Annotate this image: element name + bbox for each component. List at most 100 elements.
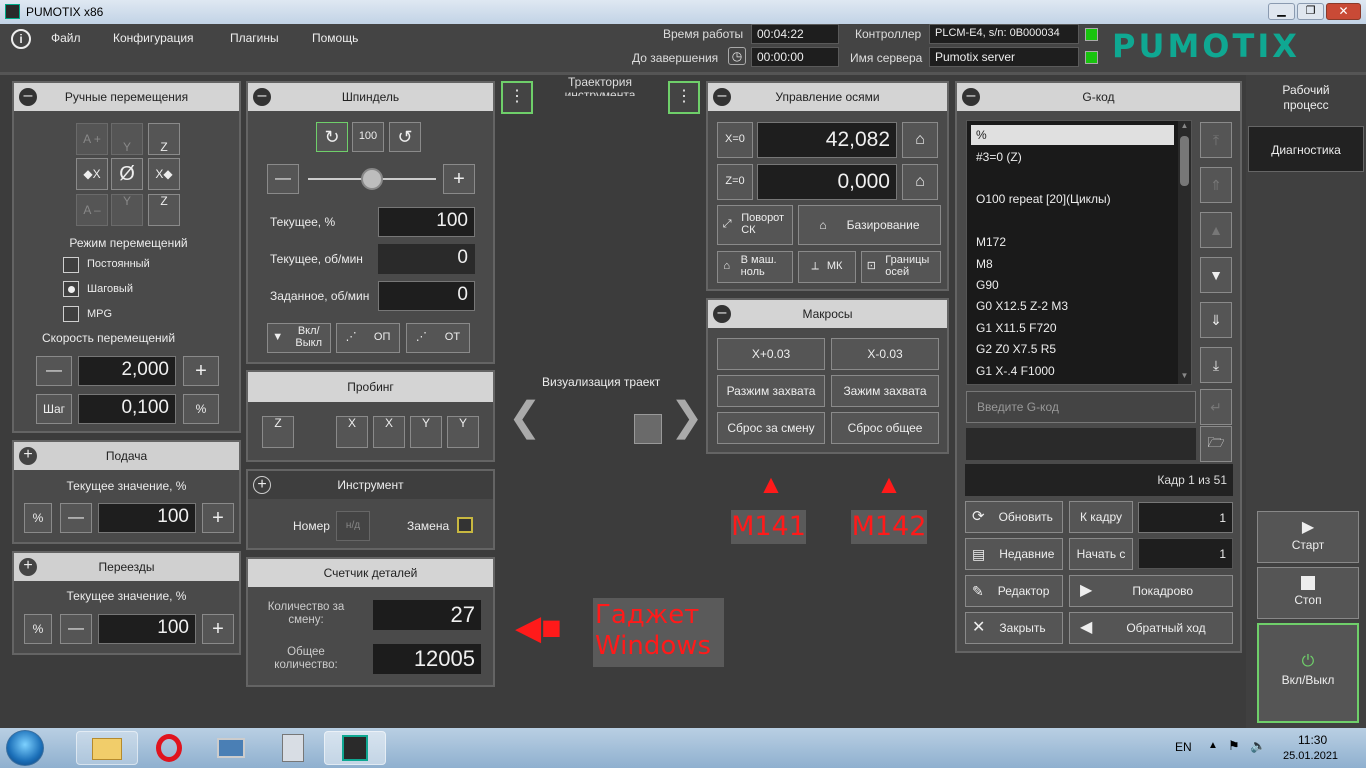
jog-z-minus[interactable]: Z [148,194,180,226]
tray-arrow-icon[interactable]: ▲ [1208,740,1218,751]
editor-button[interactable]: ✎ Редактор [965,575,1063,607]
page-up-icon[interactable]: ⇑ [1200,167,1232,203]
info-icon[interactable]: i [11,29,31,49]
macro-x-minus-button[interactable]: X-0.03 [831,338,939,370]
maximize-button[interactable]: ❐ [1297,3,1324,20]
close-window-button[interactable]: ✕ [1326,3,1361,20]
rotate-cs-button[interactable]: ⤢ Поворот СК [717,205,793,245]
menu-help[interactable]: Помощь [312,31,358,45]
scroll-up-arrow[interactable]: ▲ [1178,121,1191,133]
clock-icon[interactable]: ◷ [728,47,746,65]
spindle-plus-button[interactable]: + [443,164,475,194]
expand-icon[interactable]: + [19,558,37,576]
viz-next-icon[interactable]: ❯ [670,395,704,439]
collapse-icon[interactable]: – [253,88,271,106]
gcode-input[interactable]: Введите G-код [966,391,1196,423]
spindle-100-button[interactable]: 100 [352,122,384,152]
tab-workflow[interactable]: Рабочий процесс [1246,79,1366,121]
gcode-line[interactable] [971,211,1177,231]
feed-value[interactable]: 100 [98,503,196,533]
jog-y-minus[interactable]: Y [111,194,143,226]
probe-z-button[interactable]: Z [262,416,294,448]
macro-reset-total-button[interactable]: Сброс общее [831,412,939,444]
expand-icon[interactable]: + [253,476,271,494]
spindle-ccw-icon[interactable]: ↺ [389,122,421,152]
minimize-button[interactable]: ▁ [1268,3,1295,20]
gcode-line-current[interactable]: % [971,125,1174,145]
macro-reset-shift-button[interactable]: Сброс за смену [717,412,825,444]
power-button[interactable]: ⏻ Вкл/Выкл [1257,623,1359,723]
spindle-slider-handle[interactable] [361,168,383,190]
menu-config[interactable]: Конфигурация [113,31,194,45]
mode-continuous-checkbox[interactable] [63,257,79,273]
menu-file[interactable]: Файл [51,31,81,45]
refresh-button[interactable]: ⟳ Обновить [965,501,1063,533]
viz-menu-left-button[interactable]: ⋮ [501,81,533,114]
taskbar-computer[interactable] [200,731,262,765]
step-value[interactable]: 0,100 [78,394,176,424]
gcode-line[interactable]: G0 X12.5 Z-2 M3 [971,296,1177,316]
taskbar-pumotix[interactable] [324,731,386,765]
tray-time[interactable]: 11:30 [1298,733,1327,747]
start-from-button[interactable]: Начать с [1069,538,1133,570]
jog-y-plus[interactable]: Y [111,123,143,155]
homing-button[interactable]: ⌂ Базирование [798,205,941,245]
speed-plus-button[interactable]: + [183,356,219,386]
macro-x-plus-button[interactable]: X+0.03 [717,338,825,370]
gcode-line[interactable]: O100 repeat [20](Циклы) [971,189,1177,209]
axis-limits-button[interactable]: ⊡ Границы осей [861,251,941,283]
jog-z-plus[interactable]: Z [148,123,180,155]
page-down-icon[interactable]: ⇓ [1200,302,1232,338]
macro-clamp-button[interactable]: Зажим захвата [831,375,939,407]
reverse-button[interactable]: ◀ Обратный ход [1069,612,1233,644]
probe-x2-button[interactable]: X [373,416,405,448]
machine-zero-button[interactable]: ⌂ В маш. ноль [717,251,793,283]
step-percent-button[interactable]: % [183,394,219,424]
feed-minus-button[interactable]: — [60,503,92,533]
tool-number-field[interactable]: н/д [336,511,370,541]
step-button[interactable]: Шаг [36,394,72,424]
tab-diagnostics[interactable]: Диагностика [1248,126,1364,172]
expand-icon[interactable]: + [19,447,37,465]
tray-network-icon[interactable]: ⚑ [1228,738,1240,754]
taskbar-explorer[interactable] [76,731,138,765]
gcode-line[interactable]: G1 X11.5 F720 [971,318,1177,338]
macro-unclamp-button[interactable]: Разжим захвата [717,375,825,407]
probe-y1-button[interactable]: Y [410,416,442,448]
language-indicator[interactable]: EN [1175,740,1192,754]
scroll-top-icon[interactable]: ⤒ [1200,122,1232,158]
jog-a-plus[interactable]: A + [76,123,108,155]
menu-plugins[interactable]: Плагины [230,31,279,45]
enter-icon[interactable]: ↵ [1200,389,1232,425]
collapse-icon[interactable]: – [713,305,731,323]
x-home-icon[interactable]: ⌂ [902,122,938,158]
start-orb[interactable] [6,730,44,766]
feed-percent-button[interactable]: % [24,503,52,533]
line-down-icon[interactable]: ▼ [1200,257,1232,293]
feed-plus-button[interactable]: + [202,503,234,533]
mode-step-radio[interactable] [63,281,79,297]
to-frame-input[interactable]: 1 [1138,502,1233,533]
gcode-list[interactable]: % #3=0 (Z) O100 repeat [20](Циклы) M172 … [966,120,1192,385]
speed-value[interactable]: 2,000 [78,356,176,386]
probe-y2-button[interactable]: Y [447,416,479,448]
step-mode-button[interactable]: ▶ Покадрово [1069,575,1233,607]
jog-x-plus[interactable]: X ◆ [148,158,180,190]
gcode-line[interactable]: M172 [971,232,1177,252]
stop-button[interactable]: Стоп [1257,567,1359,619]
spindle-set-rpm[interactable]: 0 [378,281,475,311]
coolant-op-button[interactable]: ⋰ ОП [336,323,400,353]
x-zero-button[interactable]: X=0 [717,122,753,158]
spindle-cw-icon[interactable]: ↻ [316,122,348,152]
tray-volume-icon[interactable]: 🔈 [1250,738,1266,754]
viz-square-icon[interactable] [634,414,662,444]
scroll-down-arrow[interactable]: ▼ [1178,371,1191,383]
rapid-minus-button[interactable]: — [60,614,92,644]
collapse-icon[interactable]: – [713,88,731,106]
gcode-scrollbar[interactable]: ▲ ▼ [1178,121,1191,384]
jog-stop[interactable]: Ø [111,158,143,190]
probe-x1-button[interactable]: X [336,416,368,448]
open-folder-icon[interactable]: 🗁 [1200,426,1232,462]
spindle-onoff-button[interactable]: ▼ Вкл/ Выкл [267,323,331,353]
taskbar-opera[interactable] [138,731,200,765]
